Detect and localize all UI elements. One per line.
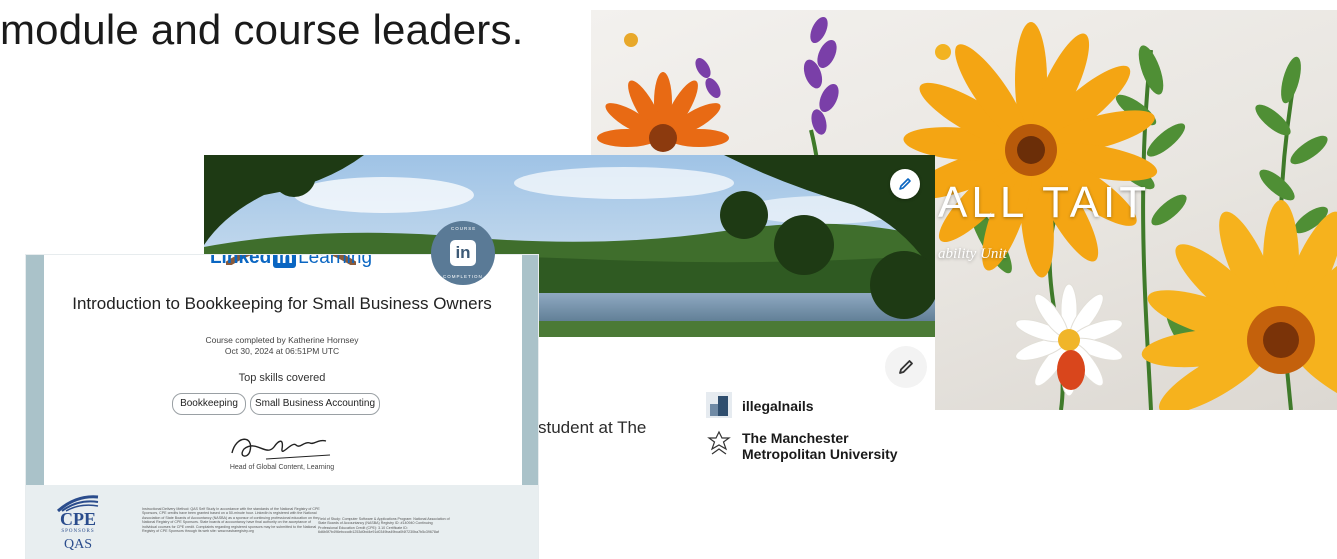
signer-role: Head of Global Content, Learning [229, 464, 335, 471]
entity-company-name: illegalnails [742, 398, 814, 414]
cpe-sponsor-logo: CPE SPONSORS QAS [56, 493, 100, 555]
pencil-icon [899, 360, 913, 374]
fine-print-right: Field of Study: Computer Software & Appl… [318, 517, 450, 535]
cpe-sub-text: SPONSORS [61, 529, 95, 534]
linkedin-logo-icon: in [273, 255, 297, 268]
fine-print-left: Instructional Delivery Method: QAS Self … [142, 507, 320, 534]
edit-profile-button[interactable] [885, 346, 927, 388]
linkedin-learning-logo: Linked in Learning [176, 255, 406, 269]
cpe-text: CPE [60, 509, 96, 529]
floral-card-title: ALL TAIT [938, 178, 1151, 227]
profile-headline: student at The [538, 418, 647, 437]
skill-pill: Bookkeeping [172, 393, 246, 415]
entity-university[interactable]: The Manchester Metropolitan University [706, 430, 898, 462]
certificate-card: Linked in Learning Introduction to Bookkee… [26, 255, 538, 559]
entity-university-name-line2: Metropolitan University [742, 446, 898, 462]
entity-university-name-line1: The Manchester [742, 430, 849, 446]
skill-pill: Small Business Accounting [250, 393, 380, 415]
certificate-completed-by: Course completed by Katherine Hornsey [205, 335, 359, 345]
floral-card-subtitle: ability Unit [938, 246, 1007, 262]
skills-heading: Top skills covered [238, 372, 326, 384]
badge-top-text: COURSE [451, 226, 477, 231]
entity-company[interactable]: illegalnails [706, 392, 814, 418]
company-logo-icon [706, 392, 732, 418]
university-logo-icon [707, 430, 731, 455]
logo-word: Linked [209, 255, 272, 268]
page-heading: module and course leaders. [0, 6, 524, 53]
pencil-icon [899, 178, 911, 190]
badge-bottom-text: COMPLETION [443, 274, 483, 279]
certificate-date: Oct 30, 2024 at 06:51PM UTC [224, 346, 340, 356]
qas-text: QAS [63, 537, 92, 552]
edit-banner-button[interactable] [890, 169, 920, 199]
signature-image [231, 438, 331, 460]
logo-suffix: Learning [298, 255, 373, 268]
linkedin-badge-icon: in [450, 240, 476, 266]
certificate-title: Introduction to Bookkeeping for Small Bu… [72, 294, 492, 313]
course-completion-badge: COURSE in COMPLETION [431, 221, 495, 285]
